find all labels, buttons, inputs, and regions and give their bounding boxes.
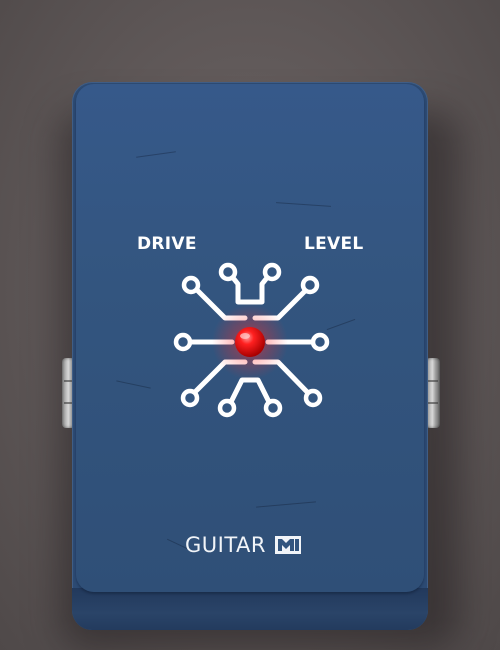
enclosure-base [72, 588, 428, 630]
scratch-mark [326, 318, 356, 331]
scratch-mark [276, 202, 331, 207]
output-jack[interactable] [426, 358, 440, 428]
level-label: LEVEL [304, 234, 364, 254]
scratch-mark [116, 380, 151, 389]
scratch-mark [136, 151, 176, 158]
led-highlight [240, 333, 250, 339]
brand-name: GUITAR [185, 533, 266, 557]
brand: GUITAR [185, 533, 301, 557]
m-logo-icon [275, 536, 301, 554]
circuit-logo [173, 262, 330, 418]
status-led [235, 327, 265, 357]
drive-label: DRIVE [137, 234, 197, 254]
scratch-mark [256, 501, 316, 508]
